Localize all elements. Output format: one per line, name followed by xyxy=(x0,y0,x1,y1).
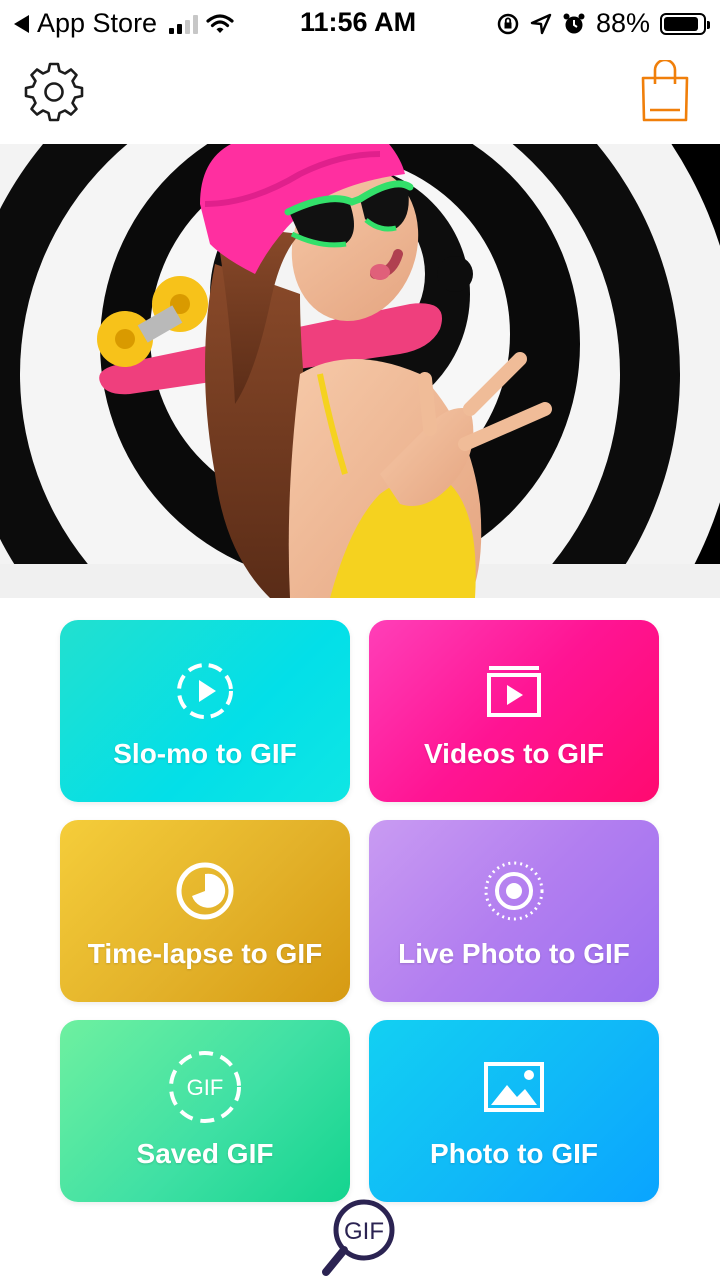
photo-icon xyxy=(484,1062,544,1112)
videos-to-gif-button[interactable]: Videos to GIF xyxy=(369,620,659,802)
top-bar xyxy=(0,48,720,144)
wifi-icon xyxy=(206,13,234,33)
timelapse-to-gif-button[interactable]: Time-lapse to GIF xyxy=(60,820,350,1002)
timelapse-icon xyxy=(176,862,234,920)
saved-gif-button[interactable]: GIF Saved GIF xyxy=(60,1020,350,1202)
svg-text:GIF: GIF xyxy=(187,1075,224,1100)
status-right: 88% xyxy=(496,8,710,39)
live-photo-to-gif-button[interactable]: Live Photo to GIF xyxy=(369,820,659,1002)
status-bar: App Store 11:56 AM 88% xyxy=(0,0,720,48)
alarm-icon xyxy=(563,13,585,33)
photo-to-gif-button[interactable]: Photo to GIF xyxy=(369,1020,659,1202)
back-app-label[interactable]: App Store xyxy=(37,8,157,39)
gear-icon[interactable] xyxy=(24,62,84,122)
tile-label: Slo-mo to GIF xyxy=(113,738,297,769)
live-photo-icon xyxy=(484,861,544,921)
svg-text:GIF: GIF xyxy=(344,1218,384,1245)
shopping-bag-icon[interactable] xyxy=(640,60,690,122)
location-icon xyxy=(530,13,552,34)
tile-label: Photo to GIF xyxy=(430,1138,598,1169)
status-time: 11:56 AM xyxy=(300,7,417,37)
slowmo-play-icon xyxy=(177,663,233,719)
tile-label: Saved GIF xyxy=(136,1138,274,1169)
battery-percent: 88% xyxy=(595,8,650,38)
gif-search-icon[interactable]: GIF xyxy=(318,1196,408,1280)
hero-image xyxy=(0,144,720,598)
slomo-to-gif-button[interactable]: Slo-mo to GIF xyxy=(60,620,350,802)
tile-label: Live Photo to GIF xyxy=(398,938,630,969)
saved-gif-icon: GIF xyxy=(169,1051,241,1123)
tile-label: Videos to GIF xyxy=(424,738,604,769)
battery-icon xyxy=(660,12,710,35)
orientation-lock-icon xyxy=(497,13,519,34)
tile-label: Time-lapse to GIF xyxy=(87,938,323,969)
cell-signal-icon xyxy=(169,14,199,34)
video-library-icon xyxy=(487,666,541,717)
status-left[interactable]: App Store xyxy=(14,8,234,39)
back-arrow-icon[interactable] xyxy=(14,14,29,33)
